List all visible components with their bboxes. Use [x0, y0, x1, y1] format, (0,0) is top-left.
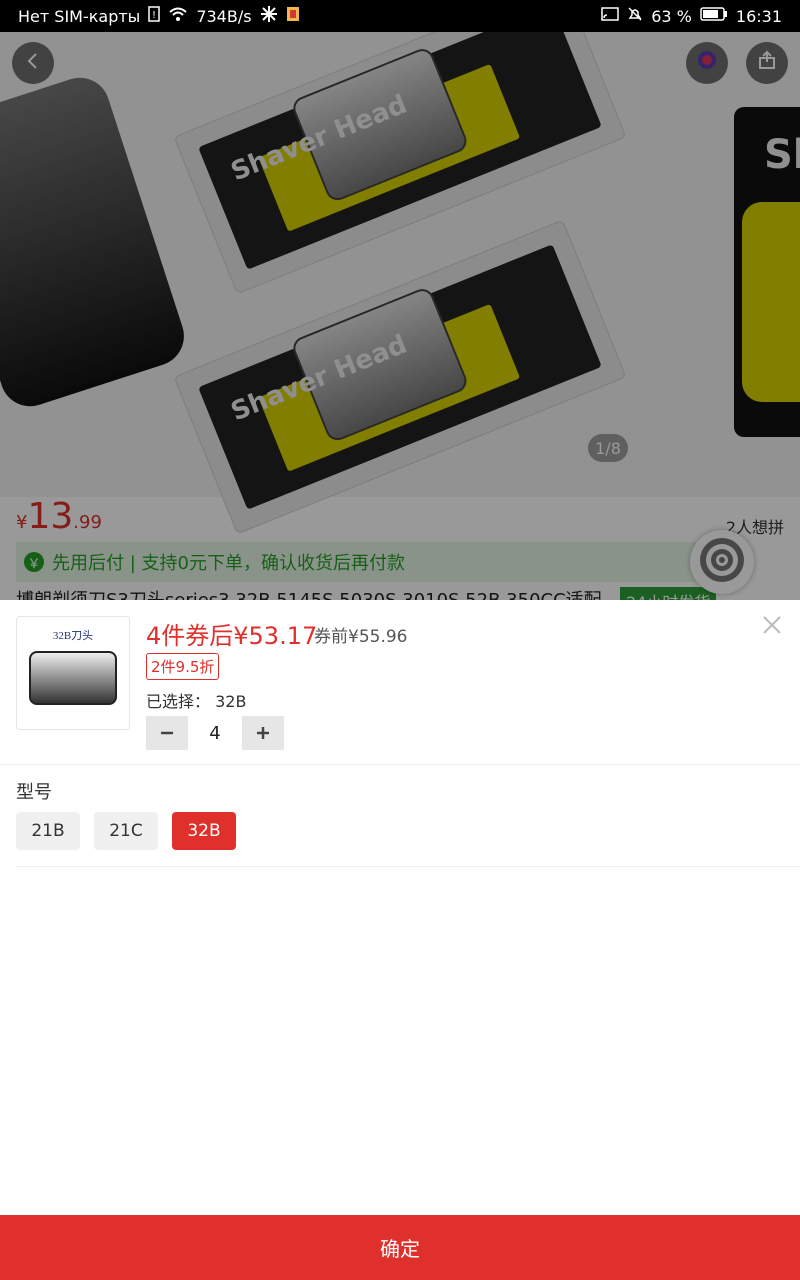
selected-variant: 已选择： 32B: [146, 688, 246, 712]
selected-value: 32B: [215, 692, 247, 711]
product-thumbnail: 32B刀头: [16, 616, 130, 730]
plus-icon: [255, 718, 271, 748]
close-icon: [762, 609, 782, 642]
status-bar: Нет SIM-карты ! 734B/s 63 % 16:31: [0, 0, 800, 32]
promo-badge: 2件9.5折: [146, 653, 220, 680]
silent-bell-icon: [627, 6, 643, 26]
thumbnail-caption: 32B刀头: [52, 630, 94, 642]
quantity-stepper: 4: [146, 716, 284, 750]
selected-label: 已选择：: [146, 692, 211, 711]
increase-quantity-button[interactable]: [242, 716, 284, 750]
model-options: 21B 21C 32B: [16, 812, 236, 850]
model-section-title: 型号: [16, 782, 52, 803]
decrease-quantity-button[interactable]: [146, 716, 188, 750]
network-speed: 734B/s: [196, 6, 252, 26]
before-coupon-price: 券前¥55.96: [314, 627, 408, 647]
close-button[interactable]: [760, 614, 784, 638]
quantity-value[interactable]: 4: [188, 723, 242, 744]
wifi-icon: [168, 6, 188, 26]
option-21c[interactable]: 21C: [94, 812, 158, 850]
clock: 16:31: [735, 6, 782, 26]
divider: [0, 764, 800, 765]
cast-icon: [601, 6, 619, 26]
app-notification-icon: [286, 6, 300, 26]
option-21b[interactable]: 21B: [16, 812, 80, 850]
modal-overlay[interactable]: [0, 32, 800, 600]
battery-icon: [700, 6, 728, 26]
sku-selection-sheet: 32B刀头 4件券后¥53.17 券前¥55.96 2件9.5折 已选择： 32…: [0, 600, 800, 1280]
option-32b[interactable]: 32B: [172, 812, 236, 850]
carrier-text: Нет SIM-карты: [18, 6, 141, 26]
svg-text:!: !: [152, 10, 156, 21]
divider: [16, 866, 800, 867]
activity-icon: [260, 5, 278, 27]
after-coupon-price: 4件券后¥53.17: [146, 622, 318, 650]
minus-icon: [159, 718, 175, 748]
sim-icon: !: [148, 6, 161, 26]
confirm-button[interactable]: 确定: [0, 1215, 800, 1280]
battery-text: 63 %: [651, 6, 692, 26]
thumbnail-image: [29, 651, 117, 705]
